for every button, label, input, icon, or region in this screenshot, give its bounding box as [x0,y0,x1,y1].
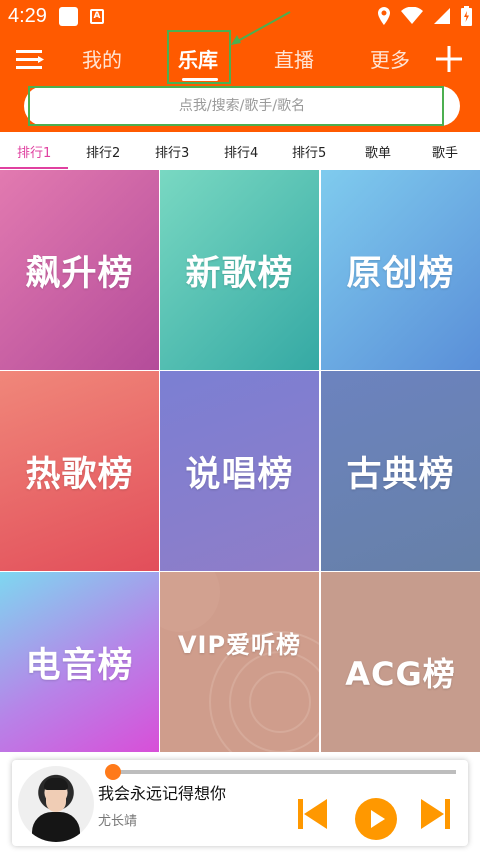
chart-card-label: 说唱榜 [185,454,294,495]
notification-a-icon: A [90,9,104,24]
tab-mine[interactable]: 我的 [82,44,122,73]
chart-card-rap[interactable]: 说唱榜 [160,371,319,571]
battery-icon [461,6,472,26]
chart-card-label: ACG榜 [345,655,456,693]
chart-card-label: 飙升榜 [25,253,134,294]
subtab-singers[interactable]: 歌手 [432,142,458,161]
subtab-rank3[interactable]: 排行3 [155,142,189,161]
play-icon[interactable] [355,798,397,840]
plus-icon[interactable] [436,46,462,72]
location-icon [378,7,390,25]
chart-card-vip[interactable]: VIP爱听榜 [160,572,319,752]
chart-card-original[interactable]: 原创榜 [321,170,480,370]
status-bar: 4:29 A [0,0,480,34]
progress-knob[interactable] [105,764,121,780]
annotation-box-search [28,86,444,126]
top-nav: 我的 乐库 直播 更多 [0,34,480,84]
notification-square-icon [59,7,78,26]
chart-card-electronic[interactable]: 电音榜 [0,572,159,752]
subtab-rank2[interactable]: 排行2 [86,142,120,161]
chart-card-label: 原创榜 [346,253,455,294]
chart-card-hot[interactable]: 热歌榜 [0,371,159,571]
subtab-rank4[interactable]: 排行4 [224,142,258,161]
subtab-underline [0,167,68,169]
subtab-rank1[interactable]: 排行1 [17,142,51,161]
chart-subtabs: 排行1 排行2 排行3 排行4 排行5 歌单 歌手 [0,132,480,170]
next-icon[interactable] [418,796,454,832]
artist-name: 尤长靖 [98,814,138,829]
progress-track[interactable] [106,770,456,774]
chart-card-label: 古典榜 [346,454,455,495]
status-time: 4:29 [8,5,47,27]
album-avatar[interactable] [18,766,94,842]
wifi-icon [401,7,423,24]
subtab-rank5[interactable]: 排行5 [292,142,326,161]
tab-live[interactable]: 直播 [274,44,314,73]
annotation-box-tab [167,30,231,84]
vip-card-decoration [160,572,319,752]
mini-player[interactable]: 我会永远记得想你 尤长靖 [12,760,468,846]
prev-icon[interactable] [294,796,330,832]
chart-card-acg[interactable]: ACG榜 [321,572,480,752]
subtab-playlists[interactable]: 歌单 [365,142,391,161]
menu-icon[interactable] [16,47,46,73]
chart-card-label: 热歌榜 [25,454,134,495]
signal-icon [434,8,450,24]
chart-card-soaring[interactable]: 飙升榜 [0,170,159,370]
tab-more[interactable]: 更多 [370,44,410,73]
chart-card-label: 电音榜 [25,645,134,686]
chart-card-new[interactable]: 新歌榜 [160,170,319,370]
chart-card-classical[interactable]: 古典榜 [321,371,480,571]
chart-card-label: 新歌榜 [185,253,294,294]
status-icons [377,6,472,26]
chart-card-label: VIP爱听榜 [177,630,302,659]
chart-grid: 飙升榜 新歌榜 原创榜 热歌榜 说唱榜 古典榜 电音榜 VIP爱听榜 ACG榜 [0,170,480,752]
song-title: 我会永远记得想你 [98,784,227,803]
